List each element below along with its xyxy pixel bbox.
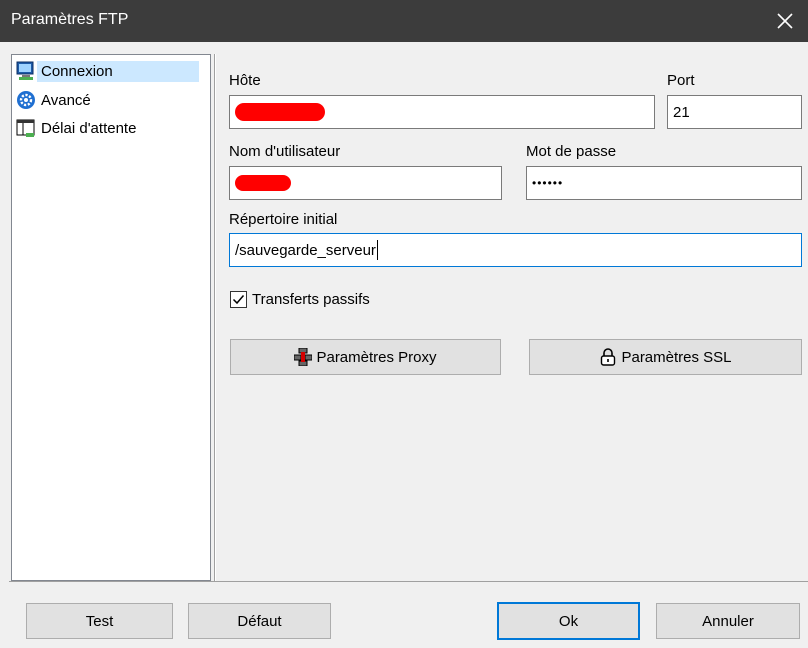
- ok-button[interactable]: Ok: [497, 602, 640, 640]
- ssl-settings-button[interactable]: Paramètres SSL: [529, 339, 802, 375]
- cancel-button-label: Annuler: [702, 612, 754, 630]
- redacted-username: [235, 175, 291, 191]
- username-label: Nom d'utilisateur: [229, 143, 341, 160]
- ok-button-label: Ok: [558, 612, 579, 630]
- ssl-button-label: Paramètres SSL: [621, 348, 732, 366]
- initial-dir-label: Répertoire initial: [229, 211, 338, 228]
- close-icon: [777, 13, 793, 29]
- footer-separator: [9, 581, 808, 582]
- timeout-icon: [16, 118, 36, 138]
- passive-transfers-option[interactable]: Transferts passifs: [230, 291, 370, 308]
- monitor-icon: [16, 61, 36, 81]
- tree-item-label: Avancé: [41, 91, 91, 109]
- host-label: Hôte: [229, 72, 261, 89]
- tree-item-delai[interactable]: Délai d'attente: [16, 116, 138, 140]
- lock-icon: [599, 348, 617, 366]
- proxy-settings-button[interactable]: Paramètres Proxy: [230, 339, 501, 375]
- text-caret: [376, 240, 378, 260]
- proxy-button-label: Paramètres Proxy: [316, 348, 437, 366]
- gear-icon: [16, 90, 36, 110]
- username-field[interactable]: [229, 166, 502, 200]
- password-field[interactable]: ••••••: [526, 166, 802, 200]
- passive-label: Transferts passifs: [252, 291, 370, 308]
- redacted-host: [235, 103, 325, 121]
- initial-dir-value: /sauvegarde_serveur: [235, 241, 376, 259]
- test-button[interactable]: Test: [26, 603, 173, 639]
- close-button[interactable]: [762, 0, 808, 42]
- window-title: Paramètres FTP: [11, 11, 129, 28]
- initial-dir-field[interactable]: /sauvegarde_serveur: [229, 233, 802, 267]
- title-bar: Paramètres FTP: [0, 0, 808, 42]
- password-value: ••••••: [532, 176, 564, 190]
- category-tree[interactable]: Connexion Avancé Délai d'attente: [11, 54, 211, 581]
- port-field[interactable]: 21: [667, 95, 802, 129]
- password-label: Mot de passe: [526, 143, 617, 160]
- test-button-label: Test: [85, 612, 114, 630]
- proxy-icon: [293, 347, 313, 367]
- default-button-label: Défaut: [237, 612, 282, 630]
- default-button[interactable]: Défaut: [188, 603, 331, 639]
- panel-divider: [214, 54, 216, 581]
- tree-item-label: Connexion: [37, 60, 199, 82]
- passive-checkbox[interactable]: [230, 291, 247, 308]
- host-field[interactable]: [229, 95, 655, 129]
- cancel-button[interactable]: Annuler: [656, 603, 800, 639]
- tree-item-avance[interactable]: Avancé: [16, 88, 93, 112]
- tree-item-label: Délai d'attente: [41, 119, 137, 137]
- port-label: Port: [667, 72, 695, 89]
- tree-item-connexion[interactable]: Connexion: [16, 59, 199, 83]
- checkmark-icon: [232, 295, 245, 305]
- port-value: 21: [673, 103, 690, 121]
